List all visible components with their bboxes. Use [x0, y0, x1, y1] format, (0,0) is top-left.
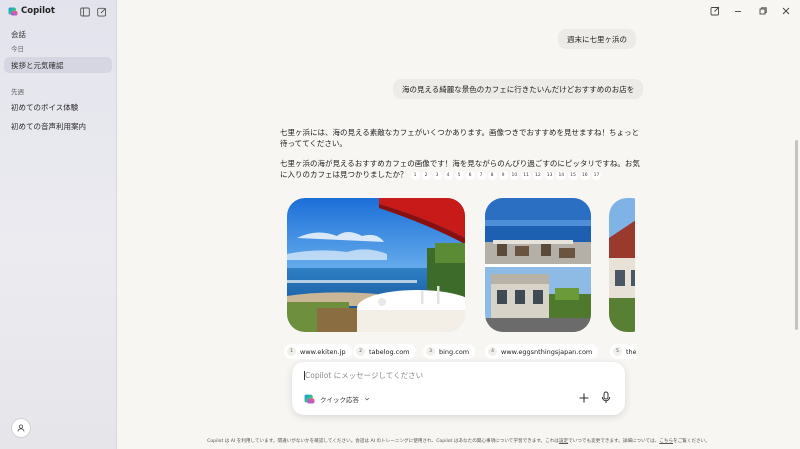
- conversation-title: 初めての音声利用案内: [11, 121, 86, 131]
- citation-chip[interactable]: 13: [544, 170, 555, 180]
- chat-area: 週末に七里ヶ浜の 海の見える綺麗な景色のカフェに行きたいんだけどおすすめのお店を…: [117, 0, 800, 449]
- user-message: 週末に七里ヶ浜の: [558, 29, 636, 49]
- citation-chip[interactable]: 11: [521, 170, 531, 180]
- group-label-today: 今日: [11, 45, 24, 53]
- image-card-rooftop[interactable]: [485, 198, 591, 332]
- source-chip[interactable]: 3 bing.com: [423, 344, 476, 359]
- conversations-heading: 会話: [11, 30, 26, 39]
- scrollbar[interactable]: [795, 140, 798, 330]
- source-chip[interactable]: 2 tabelog.com: [353, 344, 416, 359]
- citation-chip[interactable]: 7: [476, 170, 486, 180]
- chevron-down-icon: [364, 397, 370, 400]
- citation-chip[interactable]: 5: [454, 170, 464, 180]
- copilot-logo-icon: [8, 7, 18, 16]
- new-chat-icon[interactable]: [97, 7, 107, 17]
- response-mode-label: クイック応答: [320, 395, 359, 404]
- source-chip[interactable]: 4 www.eggsnthingsjapan.com: [485, 344, 599, 359]
- close-icon[interactable]: [781, 6, 791, 16]
- citation-chip[interactable]: 16: [579, 170, 590, 180]
- citation-chip[interactable]: 2: [421, 170, 431, 180]
- copilot-logo-icon: [304, 394, 315, 404]
- citation-chip[interactable]: 4: [443, 170, 453, 180]
- citation-chip[interactable]: 6: [465, 170, 475, 180]
- user-message: 海の見える綺麗な景色のカフェに行きたいんだけどおすすめのお店を: [393, 79, 644, 99]
- message-composer[interactable]: Copilot にメッセージしてください クイック応答: [292, 362, 625, 415]
- source-chip[interactable]: 5 ther: [610, 344, 636, 359]
- image-carousel[interactable]: [287, 198, 635, 334]
- brand[interactable]: Copilot: [8, 6, 55, 16]
- disclaimer: Copilot は AI を利用しています。間違いがないかを確認してください。会…: [207, 439, 710, 444]
- conversation-item[interactable]: 初めての音声利用案内: [4, 118, 112, 134]
- citation-list: 1 2 3 4 5 6 7 8 9 10 11 12 13 14 15 16 17: [410, 170, 602, 180]
- assistant-reply-paragraph: 七里ヶ浜には、海の見える素敵なカフェがいくつかあります。画像つきでおすすめを見せ…: [280, 128, 640, 148]
- citation-chip[interactable]: 17: [591, 170, 602, 180]
- citation-chip[interactable]: 3: [432, 170, 442, 180]
- sidebar-toggle-icon[interactable]: [80, 7, 90, 17]
- citation-chip[interactable]: 15: [568, 170, 578, 180]
- citation-chip[interactable]: 1: [410, 170, 420, 180]
- citation-chip[interactable]: 8: [487, 170, 497, 180]
- restore-icon[interactable]: [758, 6, 768, 16]
- assistant-reply-paragraph: 七里ヶ浜の海が見えるおすすめカフェの画像です！海を見ながらのんびり過ごすのにピッ…: [280, 159, 640, 180]
- citation-chip[interactable]: 9: [498, 170, 508, 180]
- conversation-item[interactable]: 初めてのボイス体験: [4, 99, 112, 115]
- conversation-title: 初めてのボイス体験: [11, 102, 79, 112]
- rooftop-cafe-photo: [485, 198, 591, 332]
- cafe-terrace-photo: [287, 198, 465, 332]
- citation-chip[interactable]: 12: [532, 170, 543, 180]
- message-input[interactable]: Copilot にメッセージしてください: [305, 370, 423, 381]
- pop-out-icon[interactable]: [710, 6, 720, 16]
- sidebar: Copilot 会話 今日 挨拶と元気確認 先週 初めてのボイス体験 初めての音…: [0, 0, 117, 449]
- conversation-title: 挨拶と元気確認: [11, 60, 64, 70]
- conversation-item-active[interactable]: 挨拶と元気確認: [4, 57, 112, 73]
- cafe-building-photo: [609, 198, 635, 332]
- source-chip[interactable]: 1 www.ekiten.jp: [284, 344, 352, 359]
- plus-icon[interactable]: [578, 392, 590, 404]
- app-name: Copilot: [21, 6, 55, 16]
- image-card-partial[interactable]: [609, 198, 635, 332]
- learn-more-link[interactable]: こちら: [659, 439, 673, 444]
- response-mode-button[interactable]: クイック応答: [301, 390, 376, 407]
- settings-link[interactable]: 設定: [559, 439, 568, 444]
- group-label-last-week: 先週: [11, 88, 24, 96]
- minimize-icon[interactable]: [733, 6, 743, 16]
- image-card-seaside-terrace[interactable]: [287, 198, 465, 332]
- profile-button[interactable]: [11, 418, 31, 438]
- profile-icon: [17, 424, 25, 432]
- citation-chip[interactable]: 10: [509, 170, 520, 180]
- citation-chip[interactable]: 14: [556, 170, 567, 180]
- microphone-icon[interactable]: [600, 391, 612, 404]
